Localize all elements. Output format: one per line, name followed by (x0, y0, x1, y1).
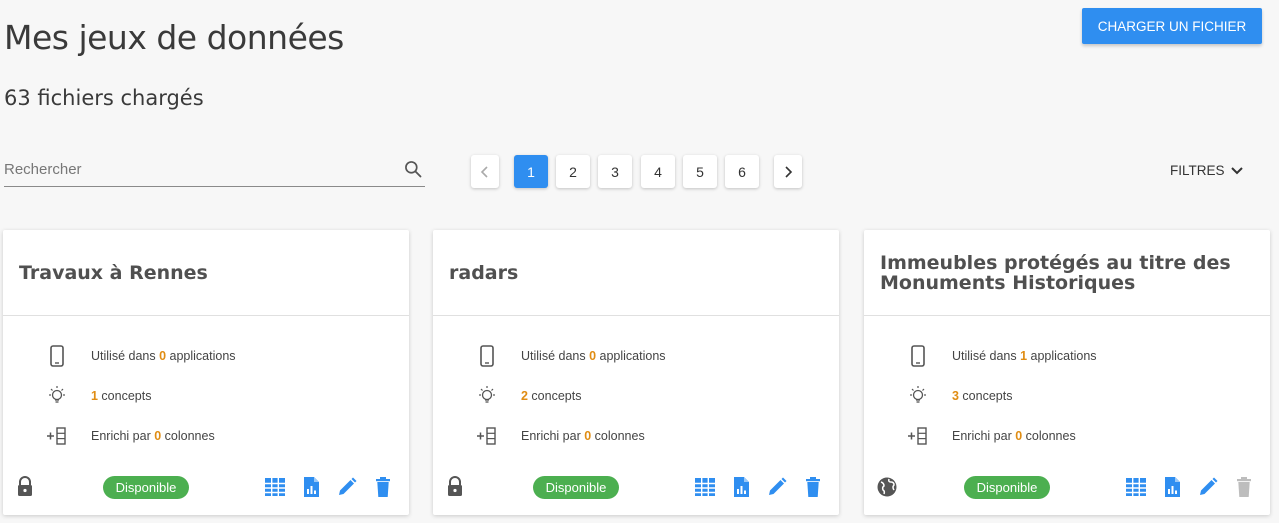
filters-toggle[interactable]: FILTRES (1170, 163, 1243, 178)
chart-report-icon[interactable] (1160, 475, 1184, 499)
columns-stat: Enrichi par 0 colonnes (475, 424, 645, 448)
card-title[interactable]: Immeubles protégés au titre des Monument… (880, 253, 1254, 293)
status-badge: Disponible (103, 476, 189, 499)
columns-text: Enrichi par 0 colonnes (91, 429, 215, 443)
card-header: Travaux à Rennes (3, 230, 409, 316)
add-column-icon (475, 424, 499, 448)
smartphone-icon (906, 344, 930, 368)
concepts-text: 1 concepts (91, 389, 152, 403)
columns-stat: Enrichi par 0 colonnes (906, 424, 1076, 448)
add-column-icon (906, 424, 930, 448)
edit-pencil-icon[interactable] (335, 475, 359, 499)
lightbulb-icon (475, 384, 499, 408)
chart-report-icon[interactable] (299, 475, 323, 499)
lock-icon (445, 476, 467, 498)
columns-text: Enrichi par 0 colonnes (521, 429, 645, 443)
concepts-stat: 1 concepts (45, 384, 151, 408)
search-icon[interactable] (403, 159, 423, 179)
lock-icon (15, 476, 37, 498)
table-view-icon[interactable] (263, 475, 287, 499)
smartphone-icon (475, 344, 499, 368)
page-title: Mes jeux de données (4, 18, 344, 57)
applications-text: Utilisé dans 0 applications (91, 349, 236, 363)
columns-text: Enrichi par 0 colonnes (952, 429, 1076, 443)
lightbulb-icon (45, 384, 69, 408)
page-button-6[interactable]: 6 (725, 155, 759, 188)
search-input[interactable] (4, 153, 384, 185)
concepts-stat: 2 concepts (475, 384, 581, 408)
dataset-card[interactable]: Travaux à Rennes Utilisé dans 0 applicat… (3, 230, 409, 515)
dataset-card[interactable]: Immeubles protégés au titre des Monument… (864, 230, 1270, 515)
card-actions (263, 475, 395, 499)
table-view-icon[interactable] (1124, 475, 1148, 499)
filters-label: FILTRES (1170, 163, 1225, 178)
concepts-stat: 3 concepts (906, 384, 1012, 408)
chevron-down-icon (1230, 166, 1243, 174)
card-header: Immeubles protégés au titre des Monument… (864, 230, 1270, 316)
status-badge: Disponible (533, 476, 619, 499)
next-page-button[interactable] (774, 155, 802, 188)
concepts-text: 2 concepts (521, 389, 582, 403)
card-actions (1124, 475, 1256, 499)
applications-text: Utilisé dans 0 applications (521, 349, 666, 363)
prev-page-button[interactable] (471, 155, 499, 188)
applications-stat: Utilisé dans 0 applications (475, 344, 666, 368)
chevron-right-icon (785, 165, 793, 178)
lightbulb-icon (906, 384, 930, 408)
concepts-text: 3 concepts (952, 389, 1013, 403)
delete-trash-icon[interactable] (801, 475, 825, 499)
upload-file-button[interactable]: CHARGER UN FICHIER (1082, 8, 1262, 44)
chevron-left-icon (480, 165, 488, 178)
page-button-3[interactable]: 3 (598, 155, 632, 188)
delete-trash-icon[interactable] (371, 475, 395, 499)
applications-stat: Utilisé dans 0 applications (45, 344, 236, 368)
card-title[interactable]: radars (449, 263, 518, 283)
columns-stat: Enrichi par 0 colonnes (45, 424, 215, 448)
page-button-2[interactable]: 2 (556, 155, 590, 188)
smartphone-icon (45, 344, 69, 368)
add-column-icon (45, 424, 69, 448)
page-button-4[interactable]: 4 (641, 155, 675, 188)
card-header: radars (433, 230, 839, 316)
dataset-card[interactable]: radars Utilisé dans 0 applications 2 con… (433, 230, 839, 515)
card-actions (693, 475, 825, 499)
page-button-5[interactable]: 5 (683, 155, 717, 188)
chart-report-icon[interactable] (729, 475, 753, 499)
edit-pencil-icon[interactable] (765, 475, 789, 499)
applications-text: Utilisé dans 1 applications (952, 349, 1097, 363)
table-view-icon[interactable] (693, 475, 717, 499)
edit-pencil-icon[interactable] (1196, 475, 1220, 499)
search-bar (4, 153, 425, 187)
card-title[interactable]: Travaux à Rennes (19, 263, 208, 283)
delete-trash-icon (1232, 475, 1256, 499)
file-count: 63 fichiers chargés (4, 86, 204, 110)
applications-stat: Utilisé dans 1 applications (906, 344, 1097, 368)
globe-icon (876, 476, 898, 498)
status-badge: Disponible (964, 476, 1050, 499)
page-button-1[interactable]: 1 (514, 155, 548, 188)
